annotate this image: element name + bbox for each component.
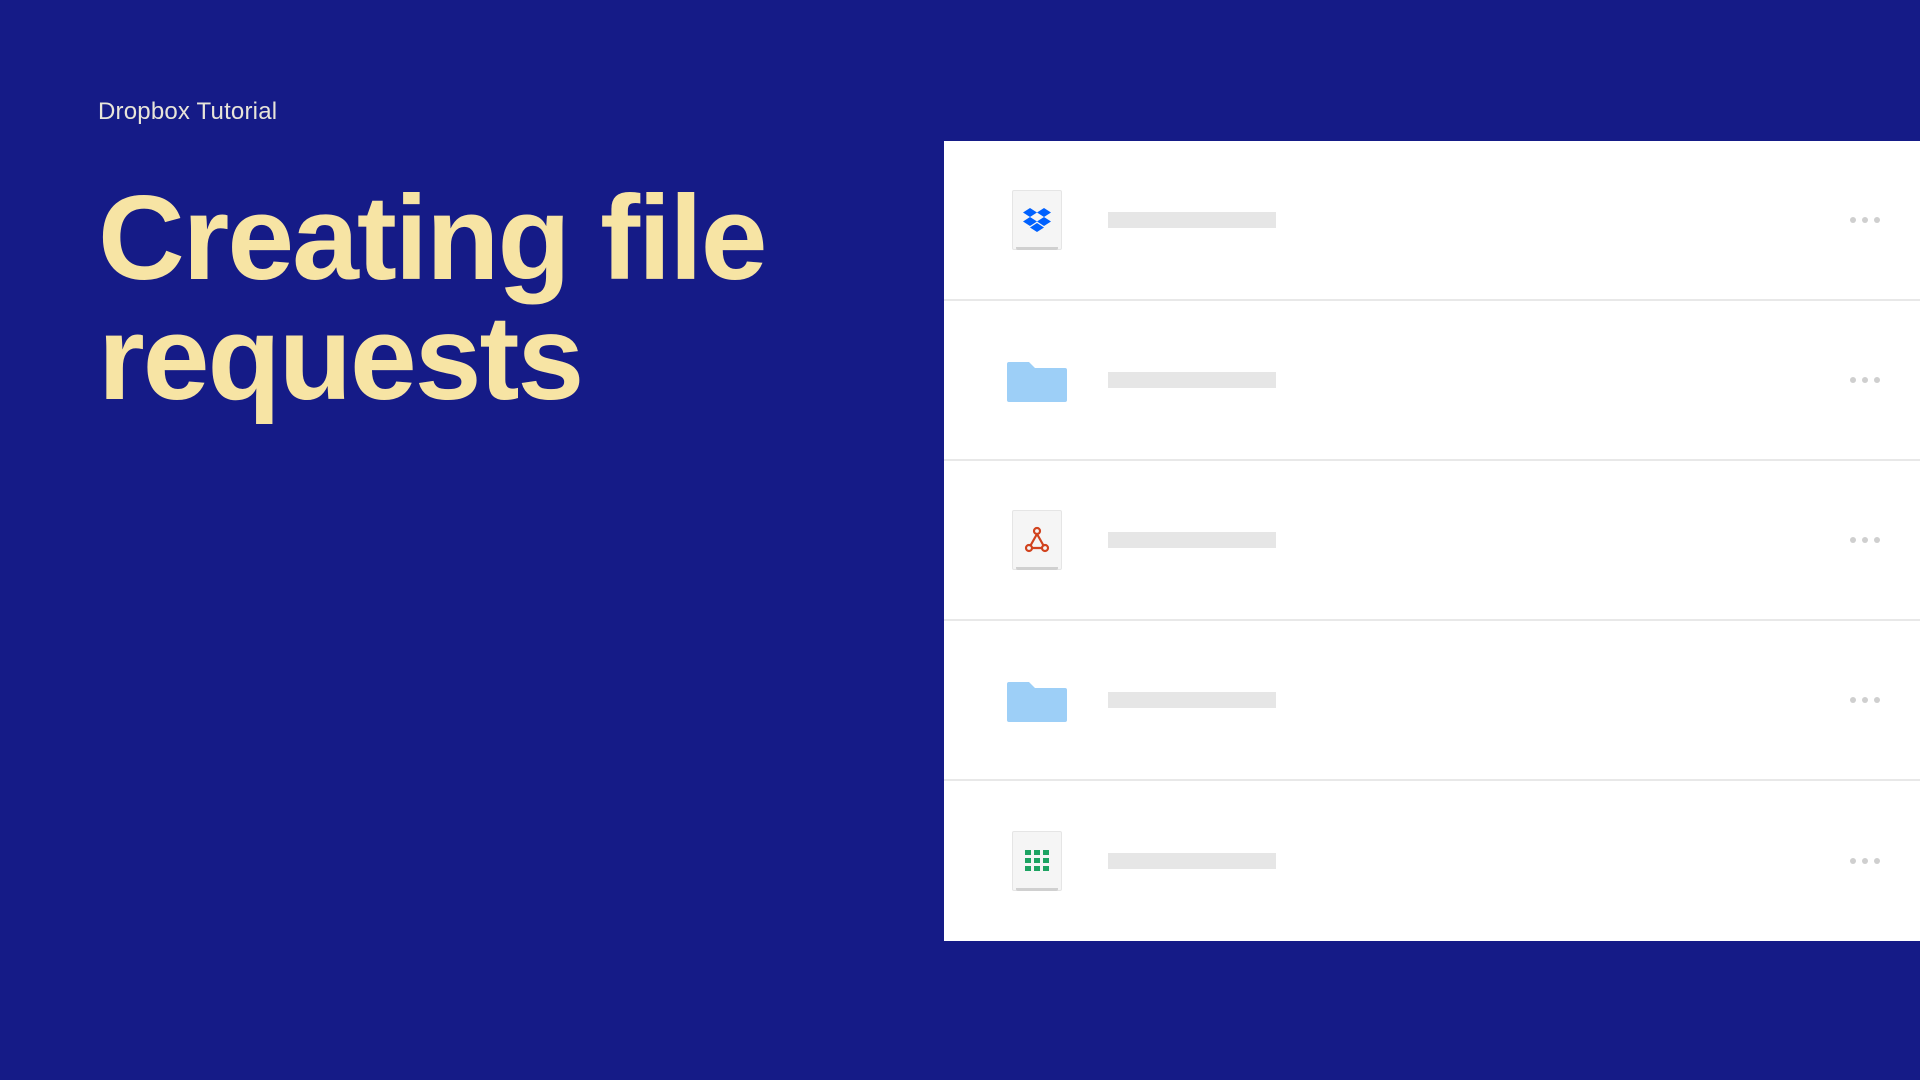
tutorial-headline: Creating file requests: [98, 178, 765, 418]
more-dots-icon: [1850, 537, 1856, 543]
file-list-panel: [944, 141, 1920, 941]
more-dots-icon: [1862, 537, 1868, 543]
file-row[interactable]: [944, 301, 1920, 461]
pdf-icon: [1024, 526, 1050, 554]
tutorial-eyebrow: Dropbox Tutorial: [98, 98, 277, 126]
file-row[interactable]: [944, 141, 1920, 301]
more-dots-icon: [1862, 697, 1868, 703]
more-dots-icon: [1850, 697, 1856, 703]
folder-icon: [1007, 356, 1067, 404]
more-menu[interactable]: [1850, 377, 1880, 383]
file-icon-wrap: [1012, 670, 1062, 730]
file-tile: [1012, 510, 1062, 570]
more-dots-icon: [1874, 858, 1880, 864]
more-menu[interactable]: [1850, 217, 1880, 223]
more-dots-icon: [1862, 217, 1868, 223]
file-icon-wrap: [1012, 510, 1062, 570]
file-icon-wrap: [1012, 190, 1062, 250]
more-dots-icon: [1850, 858, 1856, 864]
file-tile: [1012, 831, 1062, 891]
file-row[interactable]: [944, 781, 1920, 941]
file-name-placeholder: [1108, 372, 1276, 388]
more-dots-icon: [1874, 697, 1880, 703]
more-menu[interactable]: [1850, 858, 1880, 864]
file-icon-wrap: [1012, 350, 1062, 410]
dropbox-icon: [1023, 208, 1051, 232]
spreadsheet-icon: [1025, 850, 1049, 872]
more-menu[interactable]: [1850, 537, 1880, 543]
more-dots-icon: [1862, 858, 1868, 864]
headline-line-1: Creating file: [98, 171, 765, 305]
file-tile: [1012, 190, 1062, 250]
more-dots-icon: [1874, 377, 1880, 383]
more-dots-icon: [1874, 537, 1880, 543]
file-name-placeholder: [1108, 692, 1276, 708]
more-menu[interactable]: [1850, 697, 1880, 703]
headline-line-2: requests: [98, 291, 582, 425]
file-icon-wrap: [1012, 831, 1062, 891]
file-row[interactable]: [944, 621, 1920, 781]
file-name-placeholder: [1108, 532, 1276, 548]
file-name-placeholder: [1108, 212, 1276, 228]
more-dots-icon: [1850, 377, 1856, 383]
folder-icon: [1007, 676, 1067, 724]
more-dots-icon: [1850, 217, 1856, 223]
more-dots-icon: [1862, 377, 1868, 383]
file-name-placeholder: [1108, 853, 1276, 869]
more-dots-icon: [1874, 217, 1880, 223]
file-row[interactable]: [944, 461, 1920, 621]
